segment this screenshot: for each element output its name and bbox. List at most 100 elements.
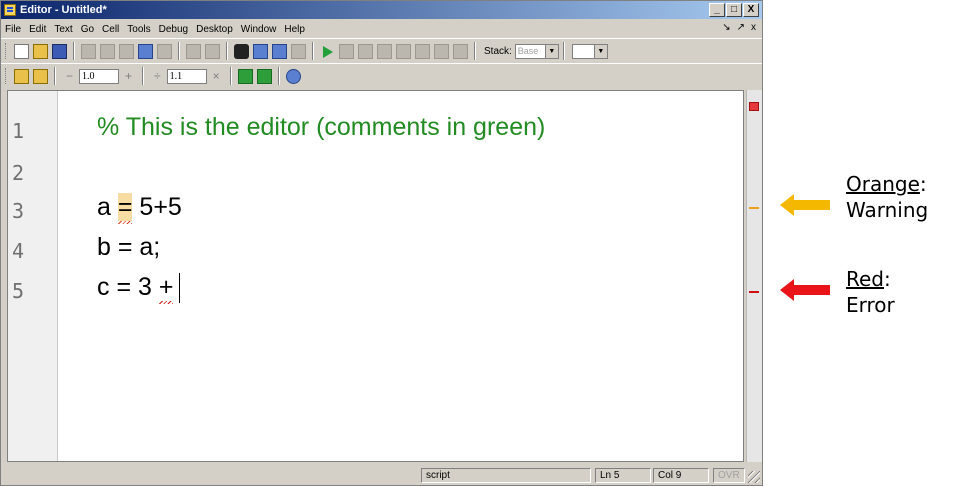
cell-toolbar: − 1.0 + ÷ 1.1 ×: [1, 63, 762, 88]
status-mode: script: [421, 468, 591, 483]
cut-icon[interactable]: [81, 43, 96, 59]
dock-icon[interactable]: ↘: [722, 22, 730, 33]
toolbar-separator: [54, 67, 56, 85]
breakpoint-clear-icon[interactable]: [358, 43, 373, 59]
step-in-icon[interactable]: [396, 43, 411, 59]
menu-text[interactable]: Text: [50, 24, 76, 35]
error-token-wrap[interactable]: +: [158, 273, 174, 304]
menu-edit[interactable]: Edit: [25, 24, 50, 35]
warning-underline: [117, 221, 133, 224]
decrement-button[interactable]: −: [66, 69, 73, 83]
main-toolbar: Stack: Base ▼ ▼: [1, 38, 762, 63]
code-text: a: [97, 193, 118, 221]
maximize-button[interactable]: □: [726, 3, 742, 17]
open-file-icon[interactable]: [33, 43, 48, 59]
status-line: Ln 5: [595, 468, 651, 483]
warning-highlight[interactable]: =: [117, 193, 133, 224]
window-title: Editor - Untitled*: [20, 4, 107, 16]
resize-grip-icon[interactable]: [748, 471, 760, 483]
code-line-error[interactable]: c = 3 +: [97, 273, 181, 304]
divide-button[interactable]: ÷: [154, 69, 161, 83]
exit-debug-icon[interactable]: [453, 43, 468, 59]
title-bar[interactable]: Editor - Untitled* _ □ X: [1, 1, 762, 19]
red-arrow-shaft: [794, 285, 830, 295]
dock-controls: ↘ ↗ x: [722, 22, 756, 33]
close-document-icon[interactable]: x: [751, 22, 756, 33]
menu-help[interactable]: Help: [280, 24, 309, 35]
copy-icon[interactable]: [100, 43, 115, 59]
code-line[interactable]: b = a;: [97, 233, 160, 262]
menu-go[interactable]: Go: [77, 24, 98, 35]
evaluate-advance-icon[interactable]: [33, 68, 48, 84]
undock-icon[interactable]: ↗: [737, 22, 745, 33]
line-number: 5: [12, 279, 25, 303]
undo-icon[interactable]: [138, 43, 153, 59]
menu-debug[interactable]: Debug: [155, 24, 192, 35]
warning-token: =: [117, 193, 133, 221]
menu-bar: File Edit Text Go Cell Tools Debug Deskt…: [1, 20, 762, 38]
stack-value: Base: [517, 45, 539, 56]
status-overwrite: OVR: [713, 468, 745, 483]
multiply-button[interactable]: ×: [213, 69, 220, 83]
insert-cell-divider-icon[interactable]: [237, 68, 253, 84]
evaluate-cell-icon[interactable]: [14, 68, 29, 84]
editor-app-icon: [4, 4, 16, 16]
close-button[interactable]: X: [743, 3, 759, 17]
code-line-warning[interactable]: a = 5+5: [97, 193, 182, 224]
paste-icon[interactable]: [119, 43, 134, 59]
continue-icon[interactable]: [434, 43, 449, 59]
step-icon[interactable]: [377, 43, 392, 59]
new-file-icon[interactable]: [14, 43, 29, 59]
code-line-comment[interactable]: % This is the editor (comments in green): [97, 113, 545, 142]
save-icon[interactable]: [52, 43, 67, 59]
increment-button[interactable]: +: [125, 69, 132, 83]
red-colon: :: [884, 267, 891, 291]
chevron-down-icon[interactable]: ▼: [593, 44, 607, 58]
menu-desktop[interactable]: Desktop: [192, 24, 237, 35]
layout-select[interactable]: ▼: [571, 43, 608, 59]
function-icon[interactable]: [291, 43, 306, 59]
toolbar-grip[interactable]: [5, 43, 9, 59]
code-editor[interactable]: 1 2 3 4 5 % This is the editor (comments…: [7, 90, 744, 462]
remove-cell-divider-icon[interactable]: [256, 68, 272, 84]
factor-value-field[interactable]: 1.1: [166, 68, 207, 84]
chevron-down-icon[interactable]: ▼: [544, 44, 558, 58]
menu-window[interactable]: Window: [237, 24, 281, 35]
error-token: +: [158, 273, 174, 301]
cell-info-icon[interactable]: [285, 68, 301, 84]
menu-file[interactable]: File: [1, 24, 25, 35]
minimize-button[interactable]: _: [709, 3, 725, 17]
redo-icon[interactable]: [157, 43, 172, 59]
toolbar-separator: [142, 67, 145, 85]
stack-select[interactable]: Base ▼: [514, 43, 559, 59]
error-marker[interactable]: [749, 291, 759, 293]
red-annotation: Red: Error: [846, 266, 895, 318]
line-number: 1: [12, 119, 25, 143]
orange-colon: :: [919, 172, 927, 196]
error-status-indicator[interactable]: [749, 102, 759, 111]
message-bar[interactable]: [746, 90, 762, 462]
breakpoint-set-icon[interactable]: [339, 43, 354, 59]
warning-label: Warning: [846, 198, 929, 222]
error-underline: [158, 301, 174, 304]
menu-tools[interactable]: Tools: [123, 24, 154, 35]
menu-cell[interactable]: Cell: [98, 24, 123, 35]
forward-arrow-icon[interactable]: [272, 43, 287, 59]
back-arrow-icon[interactable]: [253, 43, 268, 59]
warning-marker[interactable]: [749, 207, 759, 209]
clear-icon[interactable]: [205, 43, 220, 59]
print-icon[interactable]: [186, 43, 201, 59]
run-icon[interactable]: [320, 44, 335, 59]
editor-window: Editor - Untitled* _ □ X File Edit Text …: [0, 0, 763, 486]
stack-label: Stack:: [484, 45, 512, 57]
toolbar-grip[interactable]: [5, 68, 9, 84]
toolbar-separator: [277, 67, 280, 85]
text-cursor: [179, 273, 181, 304]
step-out-icon[interactable]: [415, 43, 430, 59]
status-column: Col 9: [653, 468, 709, 483]
toolbar-separator: [178, 42, 180, 60]
increment-value-field[interactable]: 1.0: [79, 68, 120, 84]
line-number: 4: [12, 239, 25, 263]
error-label: Error: [846, 293, 895, 317]
find-icon[interactable]: [234, 43, 249, 59]
